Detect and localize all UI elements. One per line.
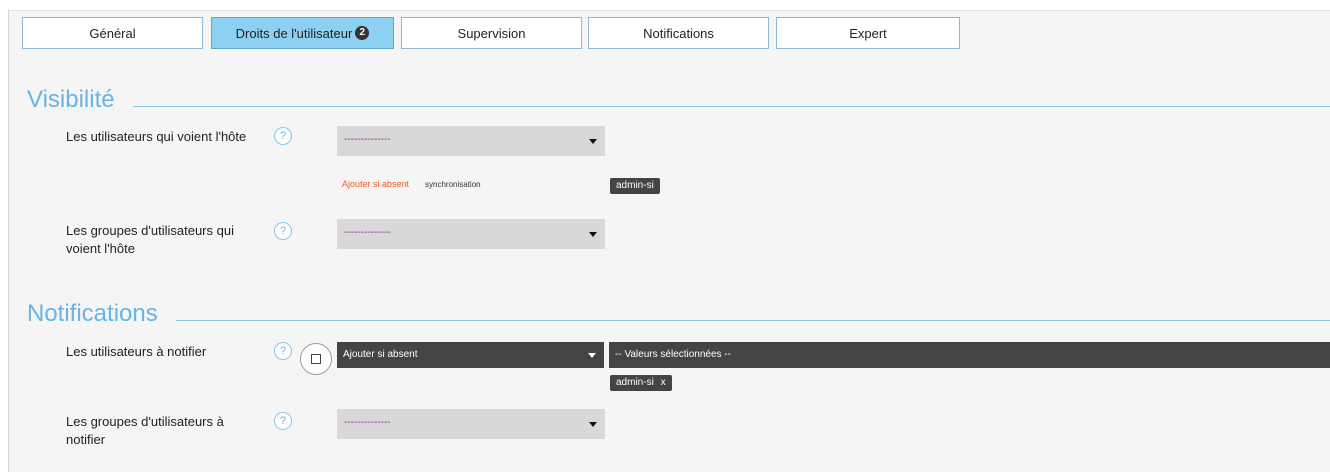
select-placeholder: -------------- <box>344 417 391 428</box>
help-icon[interactable]: ? <box>274 412 292 430</box>
tab-general[interactable]: Général <box>22 17 203 49</box>
checkbox-toggle[interactable] <box>300 343 332 375</box>
select-value: Ajouter si absent <box>343 349 418 360</box>
tab-label: Expert <box>849 25 887 41</box>
notify-users-values-select[interactable]: -- Valeurs sélectionnées -- <box>609 342 1330 368</box>
section-divider <box>176 320 1330 321</box>
chevron-down-icon <box>589 422 597 427</box>
tab-supervision[interactable]: Supervision <box>401 17 582 49</box>
notify-users-mode-select[interactable]: Ajouter si absent <box>337 342 604 368</box>
tab-label: Supervision <box>457 25 526 41</box>
remove-tag-button[interactable]: x <box>661 377 666 388</box>
tab-expert[interactable]: Expert <box>776 17 960 49</box>
add-mode-text: Ajouter si absent <box>342 179 410 189</box>
tab-count-badge: 2 <box>355 26 370 40</box>
visibility-users-label: Les utilisateurs qui voient l'hôte <box>66 129 247 144</box>
section-title-visibility: Visibilité <box>27 86 115 113</box>
section-divider <box>133 106 1330 107</box>
section-title-notifications: Notifications <box>27 300 158 327</box>
tab-label: Notifications <box>643 25 714 41</box>
help-icon[interactable]: ? <box>274 127 292 145</box>
select-value: -- Valeurs sélectionnées -- <box>615 349 731 360</box>
tab-label: Général <box>89 25 136 41</box>
visibility-groups-select[interactable]: -------------- <box>337 219 605 249</box>
chevron-down-icon <box>588 353 596 358</box>
notify-groups-label: Les groupes d'utilisateurs à notifier <box>66 414 224 447</box>
notify-groups-select[interactable]: -------------- <box>337 409 605 439</box>
visibility-groups-label: Les groupes d'utilisateurs qui voient l'… <box>66 223 234 256</box>
chevron-down-icon <box>589 232 597 237</box>
checkbox-icon <box>311 354 321 364</box>
visibility-users-select[interactable]: -------------- <box>337 126 605 156</box>
tab-label: Droits de l'utilisateur <box>235 25 353 41</box>
tab-user-rights[interactable]: Droits de l'utilisateur 2 <box>211 17 394 49</box>
notify-users-label: Les utilisateurs à notifier <box>66 344 207 359</box>
user-tag: admin-si x <box>610 375 672 391</box>
sync-text: synchronisation <box>425 180 481 189</box>
chevron-down-icon <box>589 139 597 144</box>
help-icon[interactable]: ? <box>274 342 292 360</box>
select-placeholder: -------------- <box>344 227 391 238</box>
select-placeholder: -------------- <box>344 134 391 145</box>
help-icon[interactable]: ? <box>274 222 292 240</box>
tab-notifications[interactable]: Notifications <box>588 17 769 49</box>
tag-label: admin-si <box>616 377 654 388</box>
user-tag: admin-si <box>610 178 660 194</box>
